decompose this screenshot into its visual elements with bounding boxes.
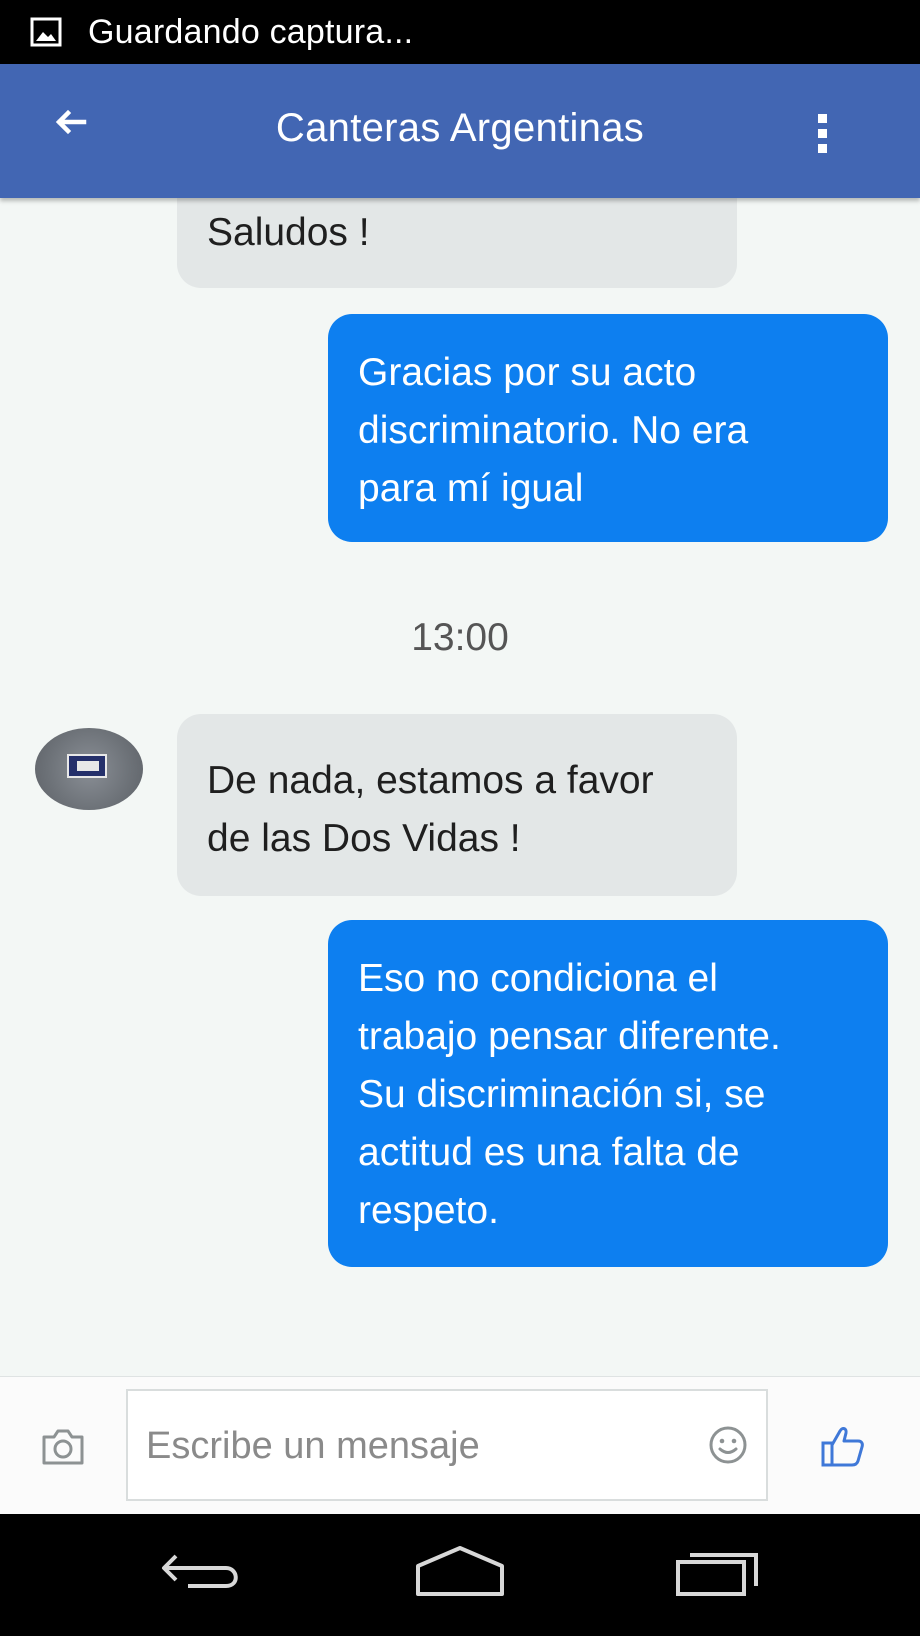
app-bar: Canteras Argentinas: [0, 64, 920, 198]
message-line: actitud es una falta de: [358, 1131, 740, 1174]
incoming-message: Saludos !: [177, 198, 737, 288]
outgoing-message: Eso no condiciona el trabajo pensar dife…: [328, 920, 888, 1267]
message-input[interactable]: Escribe un mensaje: [126, 1389, 768, 1501]
nav-home-icon[interactable]: [412, 1544, 508, 1600]
incoming-message: De nada, estamos a favor de las Dos Vida…: [177, 714, 737, 896]
composer-bar: Escribe un mensaje: [0, 1376, 920, 1515]
message-line: de las Dos Vidas !: [207, 817, 521, 860]
nav-back-icon[interactable]: [160, 1548, 246, 1598]
status-bar: Guardando captura...: [0, 0, 920, 64]
emoji-icon[interactable]: [708, 1425, 748, 1465]
message-input-placeholder: Escribe un mensaje: [146, 1425, 480, 1467]
conversation-title: Canteras Argentinas: [275, 106, 645, 150]
message-line: para mí igual: [358, 467, 584, 510]
camera-icon[interactable]: [40, 1427, 86, 1467]
message-line: Gracias por su acto: [358, 351, 697, 394]
message-line: Su discriminación si, se: [358, 1073, 766, 1116]
message-line: Eso no condiciona el: [358, 957, 718, 1000]
message-line: Saludos !: [207, 211, 370, 254]
message-line: trabajo pensar diferente.: [358, 1015, 781, 1058]
message-timestamp: 13:00: [411, 616, 509, 659]
overflow-menu-icon[interactable]: [810, 114, 834, 164]
nav-recents-icon[interactable]: [674, 1548, 762, 1598]
page-logo: [67, 754, 107, 778]
thumbs-up-icon[interactable]: [820, 1423, 866, 1469]
status-text: Guardando captura...: [88, 12, 414, 51]
outgoing-message: Gracias por su acto discriminatorio. No …: [328, 314, 888, 542]
message-list: Saludos ! Gracias por su acto discrimina…: [0, 198, 920, 1376]
message-line: discriminatorio. No era: [358, 409, 749, 452]
message-line: De nada, estamos a favor: [207, 759, 654, 802]
image-icon: [30, 17, 62, 47]
system-navigation-bar: [0, 1514, 920, 1636]
message-line: respeto.: [358, 1189, 499, 1232]
avatar[interactable]: [35, 728, 143, 810]
